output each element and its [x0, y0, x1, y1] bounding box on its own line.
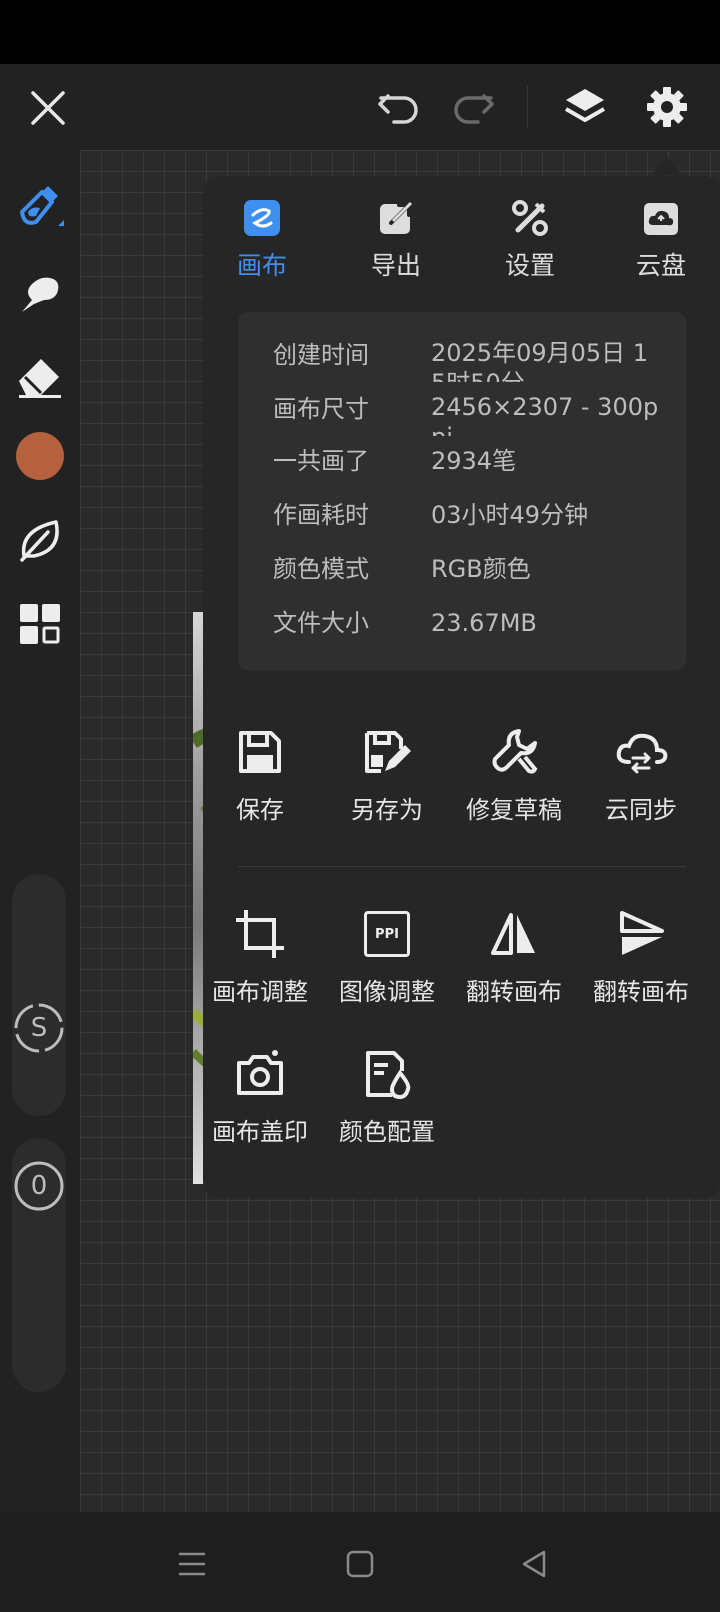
opacity-knob[interactable]: 0	[13, 1160, 65, 1212]
settings-gear-icon[interactable]	[642, 82, 692, 132]
canvas-menu-popup: 画布 导出 设置 云盘 创建时间 2025年09月05日 15时50分 画布尺寸…	[203, 176, 720, 1198]
menu-nav-icon[interactable]	[168, 1540, 216, 1588]
wrench-icon	[450, 724, 578, 780]
canvas-stamp-label: 画布盖印	[212, 1118, 308, 1146]
info-row-file-size: 文件大小 23.67MB	[238, 596, 686, 650]
info-key: 颜色模式	[273, 555, 369, 583]
info-row-duration: 作画耗时 03小时49分钟	[238, 488, 686, 542]
info-row-size: 画布尺寸 2456×2307 - 300ppi	[238, 382, 686, 436]
flip-canvas-horizontal-button[interactable]: 翻转画布	[450, 906, 578, 1007]
save-icon	[196, 724, 324, 780]
popup-caret	[652, 157, 682, 175]
info-value: RGB颜色	[431, 555, 531, 583]
tab-settings[interactable]: 设置	[480, 196, 580, 282]
info-row-strokes: 一共画了 2934笔	[238, 434, 686, 488]
save-as-button[interactable]: 另存为	[323, 724, 451, 825]
status-bar	[0, 0, 720, 64]
info-row-created: 创建时间 2025年09月05日 15时50分	[238, 328, 686, 382]
tab-cloud-drive-label: 云盘	[635, 251, 686, 280]
info-key: 一共画了	[273, 447, 369, 475]
flip-horizontal-icon	[450, 906, 578, 962]
cloud-sync-icon	[577, 724, 705, 780]
color-profile-label: 颜色配置	[339, 1118, 435, 1146]
brush-size-slider[interactable]	[12, 874, 66, 1116]
color-profile-button[interactable]: 颜色配置	[323, 1046, 451, 1147]
smudge-tool-icon[interactable]	[0, 264, 80, 324]
flip-canvas-horizontal-label: 翻转画布	[466, 978, 562, 1006]
info-value: 03小时49分钟	[431, 501, 589, 529]
current-color	[16, 432, 64, 480]
info-key: 创建时间	[273, 341, 369, 369]
cloud-drive-icon	[611, 196, 711, 240]
brush-size-knob[interactable]: S	[13, 1002, 65, 1054]
canvas-info-card: 创建时间 2025年09月05日 15时50分 画布尺寸 2456×2307 -…	[238, 312, 686, 670]
info-key: 画布尺寸	[273, 395, 369, 423]
close-icon[interactable]	[24, 84, 72, 132]
repair-draft-label: 修复草稿	[466, 796, 562, 824]
undo-icon[interactable]	[374, 84, 424, 132]
info-value: 2456×2307 - 300ppi	[431, 393, 659, 436]
export-icon	[346, 196, 446, 240]
brush-tool-icon[interactable]	[0, 178, 80, 238]
layers-icon[interactable]	[560, 82, 610, 132]
crop-icon	[196, 906, 324, 962]
info-value: 2934笔	[431, 447, 517, 475]
info-key: 文件大小	[273, 609, 369, 637]
cloud-sync-label: 云同步	[605, 796, 677, 824]
redo-icon[interactable]	[448, 84, 498, 132]
section-divider	[238, 866, 686, 867]
toolbar-divider	[527, 86, 528, 128]
top-toolbar	[0, 64, 720, 150]
brush-size-label: S	[30, 1013, 48, 1043]
color-profile-icon	[323, 1046, 451, 1102]
info-value: 2025年09月05日 15时50分	[431, 339, 649, 382]
save-button[interactable]: 保存	[196, 724, 324, 825]
tab-settings-label: 设置	[504, 251, 555, 280]
ppi-icon: PPI	[323, 906, 451, 962]
camera-icon	[196, 1046, 324, 1102]
info-key: 作画耗时	[273, 501, 369, 529]
more-tools-grid-icon[interactable]	[0, 594, 80, 654]
flip-canvas-vertical-button[interactable]: 翻转画布	[577, 906, 705, 1007]
canvas-stamp-button[interactable]: 画布盖印	[196, 1046, 324, 1147]
flip-vertical-icon	[577, 906, 705, 962]
tools-icon	[480, 196, 580, 240]
color-picker-swatch[interactable]	[0, 426, 80, 486]
eraser-tool-icon[interactable]	[0, 346, 80, 406]
save-as-icon	[323, 724, 451, 780]
cloud-sync-button[interactable]: 云同步	[577, 724, 705, 825]
save-label: 保存	[236, 796, 284, 824]
canvas-adjust-button[interactable]: 画布调整	[196, 906, 324, 1007]
leaf-tool-icon[interactable]	[0, 510, 80, 570]
canvas-adjust-label: 画布调整	[212, 978, 308, 1006]
back-nav-icon[interactable]	[510, 1540, 558, 1588]
tab-canvas[interactable]: 画布	[212, 196, 312, 282]
opacity-label: 0	[30, 1171, 48, 1201]
canvas-icon	[212, 196, 312, 240]
save-as-label: 另存为	[351, 796, 423, 824]
tab-canvas-label: 画布	[236, 251, 287, 280]
image-adjust-button[interactable]: PPI 图像调整	[323, 906, 451, 1007]
repair-draft-button[interactable]: 修复草稿	[450, 724, 578, 825]
flip-canvas-vertical-label: 翻转画布	[593, 978, 689, 1006]
home-nav-icon[interactable]	[336, 1540, 384, 1588]
left-toolbar: S 0	[0, 150, 80, 1512]
tab-cloud-drive[interactable]: 云盘	[611, 196, 711, 282]
info-value: 23.67MB	[431, 609, 537, 637]
tab-export-label: 导出	[370, 251, 421, 280]
info-row-color-mode: 颜色模式 RGB颜色	[238, 542, 686, 596]
tab-export[interactable]: 导出	[346, 196, 446, 282]
image-adjust-label: 图像调整	[339, 978, 435, 1006]
